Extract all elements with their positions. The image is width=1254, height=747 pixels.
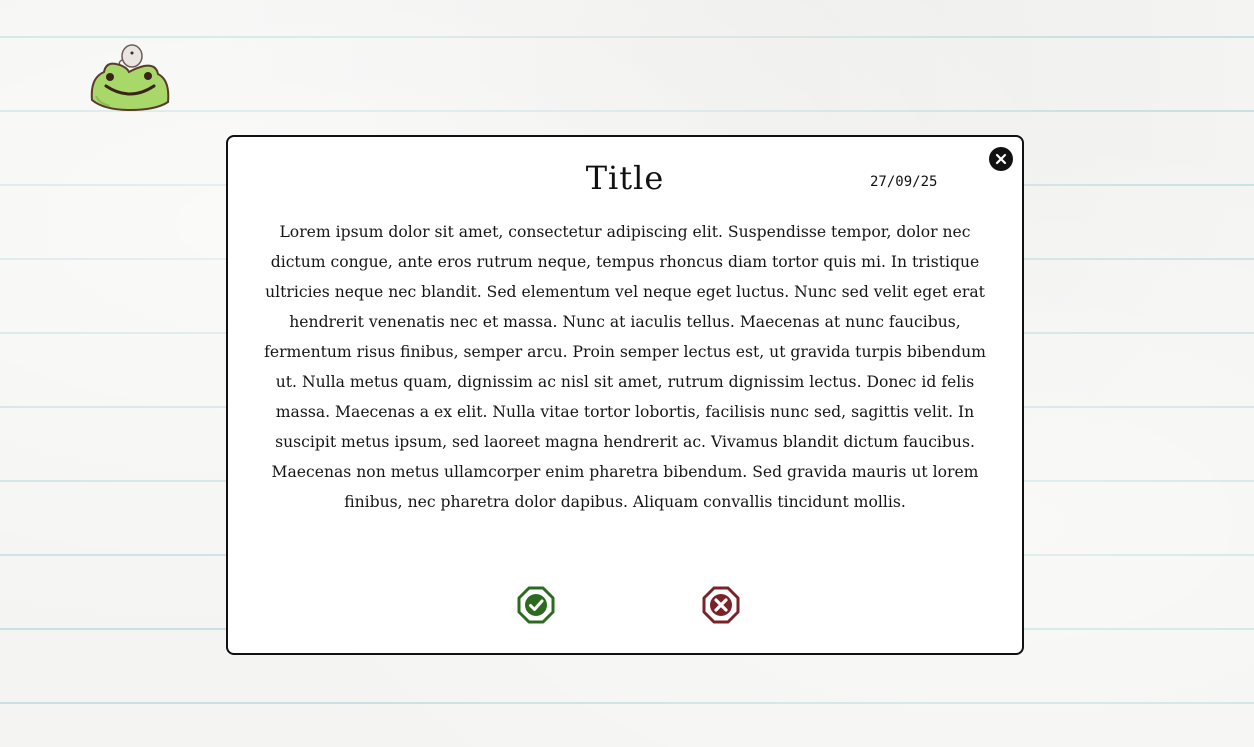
frog-logo <box>86 40 172 112</box>
cancel-button[interactable] <box>700 584 742 626</box>
dialog-modal: Title 27/09/25 Lorem ipsum dolor sit ame… <box>226 135 1024 655</box>
modal-body-text: Lorem ipsum dolor sit amet, consectetur … <box>264 223 986 511</box>
modal-date: 27/09/25 <box>870 174 938 190</box>
x-icon <box>702 586 740 624</box>
close-icon <box>995 153 1007 165</box>
frog-icon <box>90 44 170 112</box>
confirm-button[interactable] <box>515 584 557 626</box>
close-button[interactable] <box>989 147 1013 171</box>
check-icon <box>517 586 555 624</box>
